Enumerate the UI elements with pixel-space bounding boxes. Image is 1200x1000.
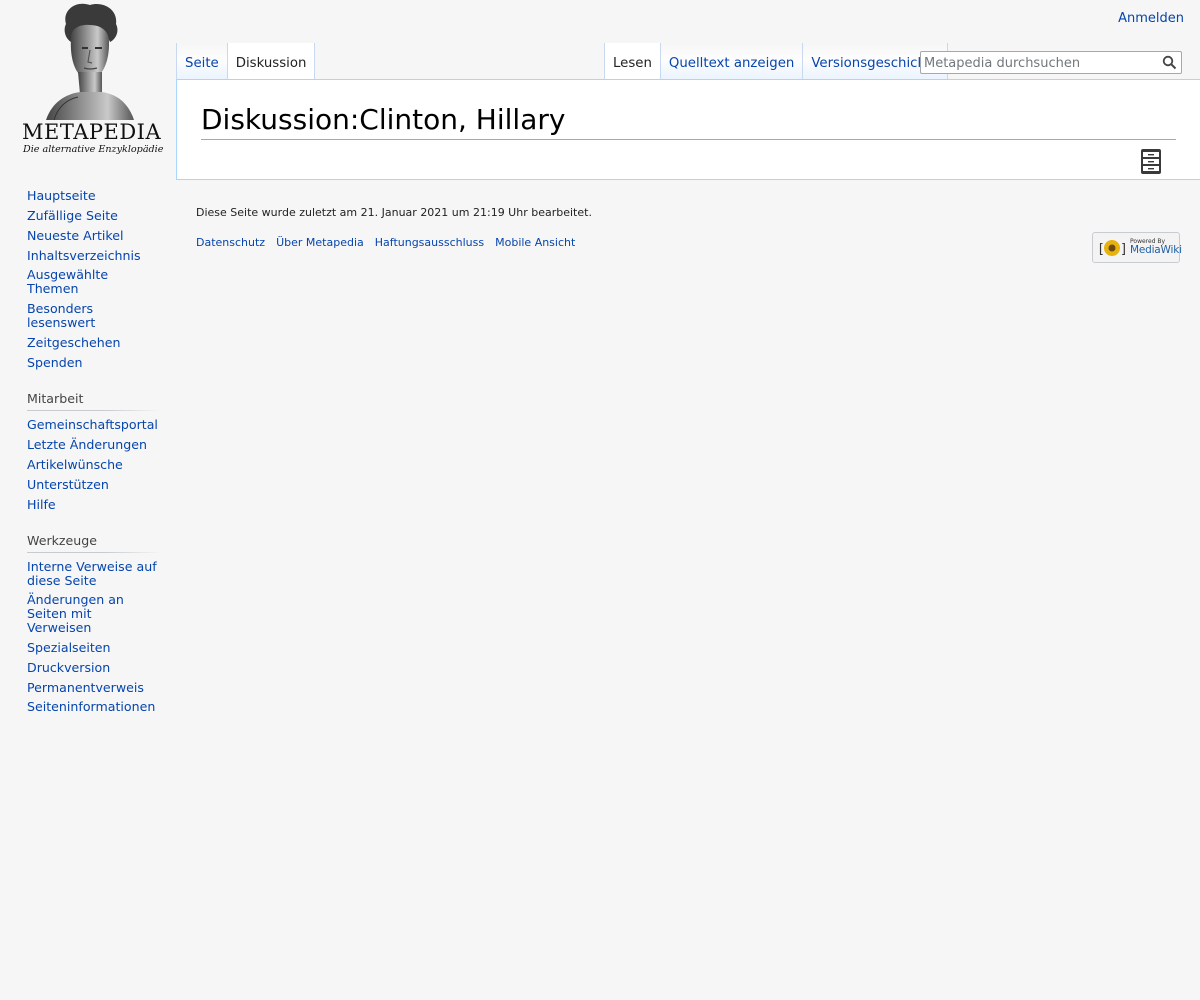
sidebar-item-interne-verweise[interactable]: Interne Verweise auf diese Seite: [27, 559, 160, 588]
sidebar-heading-werkzeuge: Werkzeuge: [27, 532, 160, 553]
footer-link-mobile[interactable]: Mobile Ansicht: [495, 236, 575, 249]
sidebar-link[interactable]: Artikelwünsche: [27, 457, 123, 472]
sidebar-item-seiteninformationen[interactable]: Seiteninformationen: [27, 700, 160, 714]
sidebar-link[interactable]: Druckversion: [27, 660, 110, 675]
sidebar-link[interactable]: Spezialseiten: [27, 640, 111, 655]
sidebar-item-spezialseiten[interactable]: Spezialseiten: [27, 640, 160, 655]
sidebar-item-inhaltsverzeichnis[interactable]: Inhaltsverzeichnis: [27, 248, 160, 263]
sidebar-link[interactable]: Seiteninformationen: [27, 699, 155, 714]
view-tabs: Lesen Quelltext anzeigen Versionsgeschic…: [604, 43, 949, 80]
tab-seite[interactable]: Seite: [176, 43, 227, 80]
login-link[interactable]: Anmelden: [1118, 11, 1184, 26]
tab-quelltext-label[interactable]: Quelltext anzeigen: [669, 56, 794, 71]
sidebar-link[interactable]: Ausgewählte Themen: [27, 267, 108, 296]
page-title: Diskussion:Clinton, Hillary: [201, 102, 1176, 140]
footer-link-ueber[interactable]: Über Metapedia: [276, 236, 364, 249]
sidebar-link[interactable]: Interne Verweise auf diese Seite: [27, 559, 157, 588]
mediawiki-flower-icon: [ ]: [1097, 240, 1127, 257]
footer-link-datenschutz[interactable]: Datenschutz: [196, 236, 265, 249]
sidebar-item-zeitgeschehen[interactable]: Zeitgeschehen: [27, 335, 160, 350]
footer-link-haftungsausschluss[interactable]: Haftungsausschluss: [375, 236, 484, 249]
sidebar-item-permanentverweis[interactable]: Permanentverweis: [27, 680, 160, 695]
sidebar-link[interactable]: Hauptseite: [27, 188, 96, 203]
sidebar-link[interactable]: Besonders lesenswert: [27, 301, 95, 330]
sidebar-item-ausgewaehlte-themen[interactable]: Ausgewählte Themen: [27, 268, 160, 296]
sidebar-link[interactable]: Neueste Artikel: [27, 228, 123, 243]
sidebar-item-spenden[interactable]: Spenden: [27, 355, 160, 370]
tab-lesen-label[interactable]: Lesen: [613, 56, 652, 71]
tab-lesen[interactable]: Lesen: [604, 43, 660, 80]
sidebar-item-besonders-lesenswert[interactable]: Besonders lesenswert: [27, 302, 160, 330]
sidebar-item-artikelwuensche[interactable]: Artikelwünsche: [27, 458, 160, 472]
sidebar-link[interactable]: Hilfe: [27, 497, 56, 512]
footer: Diese Seite wurde zuletzt am 21. Januar …: [196, 206, 1186, 249]
sidebar-item-letzte-aenderungen[interactable]: Letzte Änderungen: [27, 438, 160, 452]
sidebar-item-gemeinschaftsportal[interactable]: Gemeinschaftsportal: [27, 418, 160, 432]
sidebar-item-hilfe[interactable]: Hilfe: [27, 497, 160, 512]
sidebar-item-neueste-artikel[interactable]: Neueste Artikel: [27, 228, 160, 243]
sidebar-link[interactable]: Spenden: [27, 355, 82, 370]
sidebar-link[interactable]: Permanentverweis: [27, 680, 144, 695]
personal-tools: Anmelden: [1118, 11, 1184, 26]
footer-last-modified: Diese Seite wurde zuletzt am 21. Januar …: [196, 206, 592, 219]
mediawiki-text: MediaWiki: [1130, 244, 1182, 256]
logo-bust-image: [46, 3, 134, 121]
svg-text:[: [: [1097, 242, 1105, 257]
logo-wordmark: METAPEDIA: [22, 120, 162, 144]
sidebar: Hauptseite Zufällige Seite Neueste Artik…: [27, 186, 160, 720]
sidebar-link[interactable]: Letzte Änderungen: [27, 437, 147, 452]
sidebar-werkzeuge: Werkzeuge Interne Verweise auf diese Sei…: [27, 532, 160, 715]
sidebar-item-aenderungen-verweise[interactable]: Änderungen an Seiten mit Verweisen: [27, 593, 160, 635]
content-area: Diskussion:Clinton, Hillary: [176, 79, 1200, 180]
archive-cabinet-icon[interactable]: [1140, 148, 1162, 175]
tab-diskussion-label[interactable]: Diskussion: [236, 56, 307, 71]
sidebar-link[interactable]: Unterstützen: [27, 477, 109, 492]
search-icon[interactable]: [1162, 55, 1177, 70]
search-input[interactable]: [921, 53, 1160, 74]
sidebar-link[interactable]: Zufällige Seite: [27, 208, 118, 223]
sidebar-link[interactable]: Gemeinschaftsportal: [27, 417, 158, 432]
search-box: [920, 51, 1182, 74]
footer-places: Datenschutz Über Metapedia Haftungsaussc…: [196, 236, 1186, 249]
logo-tagline: Die alternative Enzyklopädie: [23, 144, 164, 155]
sidebar-link[interactable]: Inhaltsverzeichnis: [27, 248, 141, 263]
powered-by-mediawiki-badge[interactable]: [ ] Powered By MediaWiki: [1092, 232, 1182, 263]
sidebar-link[interactable]: Zeitgeschehen: [27, 335, 120, 350]
sidebar-item-druckversion[interactable]: Druckversion: [27, 660, 160, 675]
sidebar-mitarbeit: Mitarbeit Gemeinschaftsportal Letzte Änd…: [27, 391, 160, 511]
tab-diskussion[interactable]: Diskussion: [226, 43, 316, 80]
sidebar-link[interactable]: Änderungen an Seiten mit Verweisen: [27, 592, 124, 635]
sidebar-heading-mitarbeit: Mitarbeit: [27, 391, 160, 412]
tab-quelltext-anzeigen[interactable]: Quelltext anzeigen: [659, 43, 803, 80]
svg-text:]: ]: [1120, 242, 1127, 257]
sidebar-item-zufaellige-seite[interactable]: Zufällige Seite: [27, 208, 160, 223]
namespace-tabs: Seite Diskussion: [176, 43, 316, 80]
sidebar-navigation: Hauptseite Zufällige Seite Neueste Artik…: [27, 186, 160, 369]
sidebar-item-unterstuetzen[interactable]: Unterstützen: [27, 478, 160, 492]
sidebar-item-hauptseite[interactable]: Hauptseite: [27, 189, 160, 203]
site-logo[interactable]: METAPEDIA Die alternative Enzyklopädie: [18, 2, 164, 160]
tab-seite-label[interactable]: Seite: [185, 56, 219, 71]
